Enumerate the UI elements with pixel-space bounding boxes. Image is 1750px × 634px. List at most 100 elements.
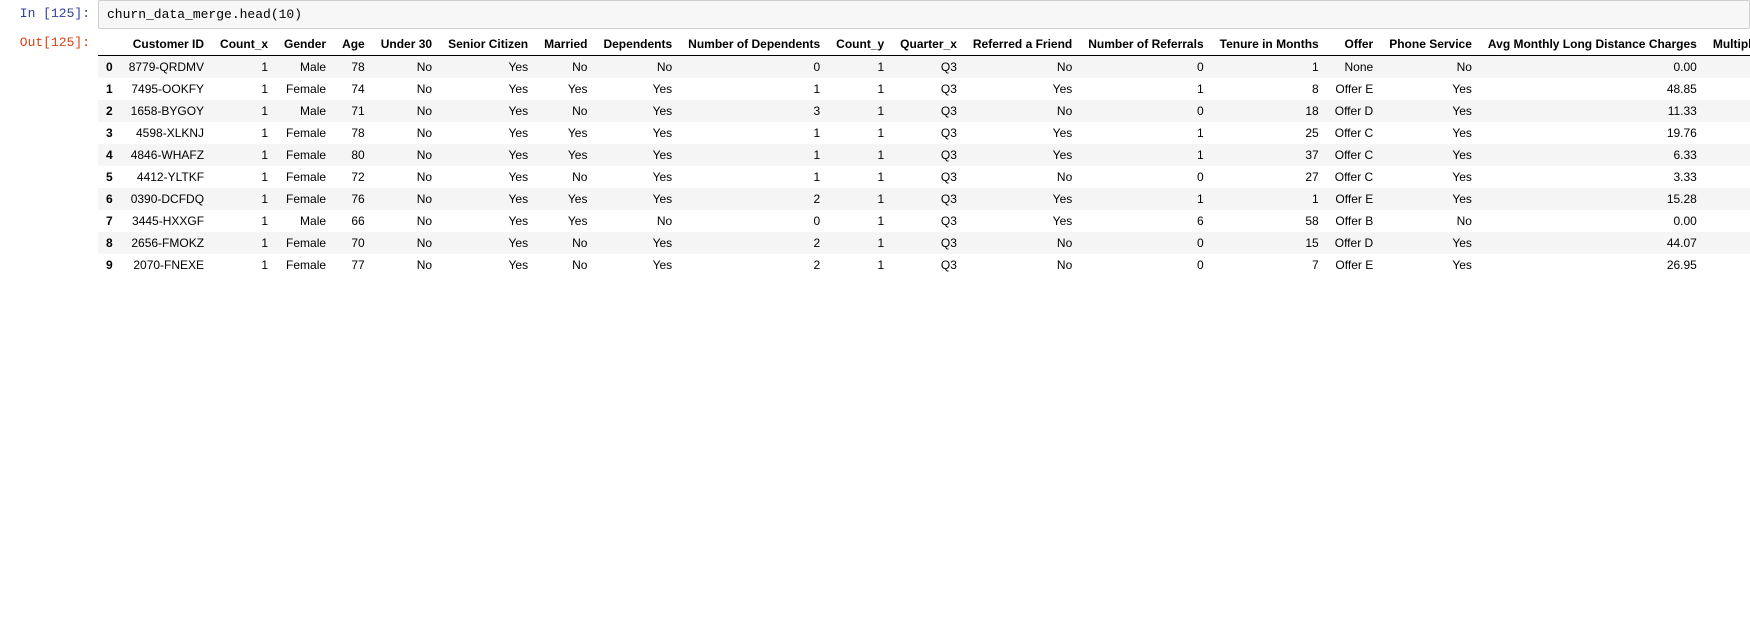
row-index: 7 (98, 210, 121, 232)
column-header: Gender (276, 33, 334, 56)
cell: No (373, 122, 440, 144)
cell: No (373, 210, 440, 232)
column-header: Tenure in Months (1212, 33, 1327, 56)
cell: Yes (440, 188, 536, 210)
cell: 7495-OOKFY (121, 78, 212, 100)
cell: 74 (334, 78, 373, 100)
cell: Yes (440, 122, 536, 144)
cell: Q3 (892, 78, 965, 100)
column-header: Customer ID (121, 33, 212, 56)
cell: 1 (212, 188, 276, 210)
table-row: 34598-XLKNJ1Female78NoYesYesYes11Q3Yes12… (98, 122, 1750, 144)
cell: 1 (828, 100, 892, 122)
column-header: Phone Service (1381, 33, 1480, 56)
cell: Yes (440, 100, 536, 122)
table-row: 21658-BYGOY1Male71NoYesNoYes31Q3No018Off… (98, 100, 1750, 122)
cell: 0 (680, 210, 828, 232)
output-area[interactable]: Customer IDCount_xGenderAgeUnder 30Senio… (98, 29, 1750, 286)
cell: Yes (595, 122, 680, 144)
cell: Q3 (892, 56, 965, 79)
cell: No (965, 254, 1080, 276)
cell: Yes (536, 210, 595, 232)
cell: 0 (1080, 100, 1211, 122)
cell: 66 (334, 210, 373, 232)
cell: Q3 (892, 254, 965, 276)
cell: 8779-QRDMV (121, 56, 212, 79)
cell: 1 (1080, 188, 1211, 210)
row-index: 3 (98, 122, 121, 144)
cell: Yes (965, 188, 1080, 210)
cell: Yes (440, 144, 536, 166)
cell: Yes (536, 144, 595, 166)
cell: 1 (828, 210, 892, 232)
cell: No (373, 56, 440, 79)
cell: No (1705, 56, 1750, 79)
column-header: Count_x (212, 33, 276, 56)
cell: Q3 (892, 100, 965, 122)
cell: Offer D (1327, 100, 1381, 122)
cell: Yes (440, 232, 536, 254)
column-header: Dependents (595, 33, 680, 56)
cell: Yes (595, 100, 680, 122)
cell: 6.33 (1480, 144, 1705, 166)
cell: 1 (680, 78, 828, 100)
cell: 1 (680, 122, 828, 144)
cell: 8 (1212, 78, 1327, 100)
cell: 0 (1080, 56, 1211, 79)
cell: Female (276, 254, 334, 276)
row-index: 9 (98, 254, 121, 276)
cell: 80 (334, 144, 373, 166)
cell: Offer E (1327, 188, 1381, 210)
cell: Q3 (892, 122, 965, 144)
cell: No (373, 78, 440, 100)
cell: No (965, 100, 1080, 122)
cell: 1 (212, 254, 276, 276)
table-row: 44846-WHAFZ1Female80NoYesYesYes11Q3Yes13… (98, 144, 1750, 166)
cell: 1 (212, 232, 276, 254)
cell: No (1381, 210, 1480, 232)
cell: No (373, 144, 440, 166)
cell: None (1327, 56, 1381, 79)
cell: 2 (680, 232, 828, 254)
code-input[interactable]: churn_data_merge.head(10) (98, 0, 1750, 29)
cell: Yes (595, 166, 680, 188)
cell: No (1705, 210, 1750, 232)
cell: Offer D (1327, 232, 1381, 254)
cell: 1 (680, 144, 828, 166)
column-header: Offer (1327, 33, 1381, 56)
cell: 1 (828, 254, 892, 276)
cell: 0390-DCFDQ (121, 188, 212, 210)
cell: No (373, 188, 440, 210)
cell: Male (276, 56, 334, 79)
cell: 0 (680, 56, 828, 79)
row-index: 1 (98, 78, 121, 100)
cell: Male (276, 100, 334, 122)
table-row: 54412-YLTKF1Female72NoYesNoYes11Q3No027O… (98, 166, 1750, 188)
cell: Yes (965, 122, 1080, 144)
cell: 0 (1080, 232, 1211, 254)
cell: 78 (334, 122, 373, 144)
cell: No (965, 166, 1080, 188)
cell: Yes (440, 210, 536, 232)
table-header-row: Customer IDCount_xGenderAgeUnder 30Senio… (98, 33, 1750, 56)
input-cell: In [125]: churn_data_merge.head(10) (0, 0, 1750, 29)
cell: No (965, 56, 1080, 79)
cell: Yes (595, 188, 680, 210)
cell: 1 (212, 56, 276, 79)
cell: Yes (1705, 144, 1750, 166)
cell: Female (276, 122, 334, 144)
cell: 44.07 (1480, 232, 1705, 254)
cell: No (373, 232, 440, 254)
cell: Yes (965, 78, 1080, 100)
cell: Yes (1705, 232, 1750, 254)
cell: Offer C (1327, 144, 1381, 166)
cell: 1 (828, 232, 892, 254)
column-header: Married (536, 33, 595, 56)
row-index: 0 (98, 56, 121, 79)
cell: No (536, 232, 595, 254)
cell: 78 (334, 56, 373, 79)
cell: Yes (595, 232, 680, 254)
cell: 0 (1080, 166, 1211, 188)
cell: 71 (334, 100, 373, 122)
cell: Offer E (1327, 254, 1381, 276)
